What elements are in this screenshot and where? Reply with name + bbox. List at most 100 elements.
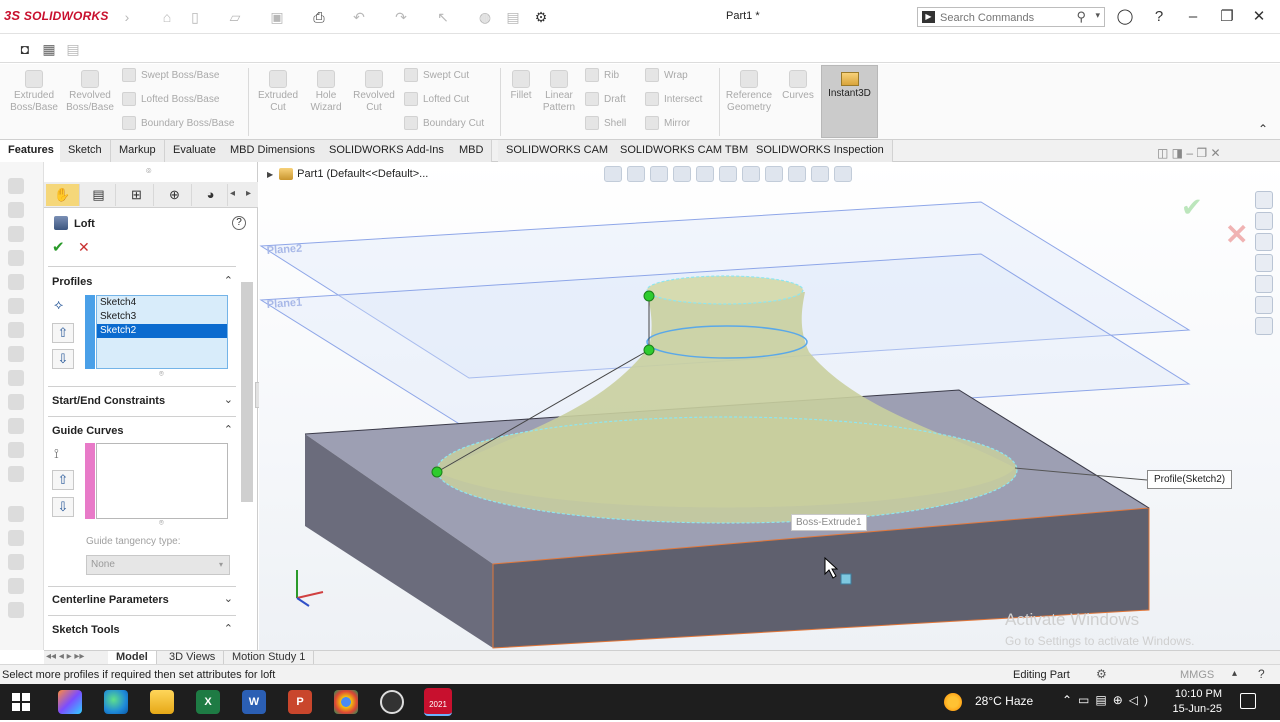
mirror-button[interactable]: Mirror — [645, 114, 690, 134]
tab-features[interactable]: Features — [0, 140, 63, 162]
lofted-boss-button[interactable]: Lofted Boss/Base — [122, 90, 219, 110]
guide-curves-list[interactable] — [96, 443, 228, 519]
appearances-icon[interactable] — [1255, 275, 1273, 293]
tool-icon[interactable] — [8, 506, 24, 522]
search-commands-box[interactable]: ▶ ⚲ ▾ — [917, 7, 1105, 27]
rebuild-status-icon[interactable]: ⚙ — [1096, 667, 1107, 681]
select-arrow-icon[interactable]: ↖ — [434, 8, 452, 26]
tab-scroll-left-icon[interactable]: ◂ — [230, 188, 235, 199]
new-document-icon[interactable]: ▯ — [186, 8, 204, 26]
extruded-boss-button[interactable]: Extruded Boss/Base — [6, 67, 62, 114]
powerpoint-icon[interactable]: P — [288, 690, 312, 714]
tool-icon[interactable] — [8, 202, 24, 218]
previous-view-icon[interactable] — [650, 166, 668, 182]
display-style-icon[interactable] — [742, 166, 760, 182]
ok-check-button[interactable]: ✔ — [52, 238, 65, 256]
graphics-viewport[interactable]: Plane2 Plane1 ▶ Part1 (Default<<Default>.… — [259, 146, 1280, 650]
boundary-boss-button[interactable]: Boundary Boss/Base — [122, 114, 234, 134]
move-down-button[interactable]: ⇩ — [52, 349, 74, 369]
section-view-icon[interactable] — [673, 166, 691, 182]
user-account-icon[interactable]: ◯ — [1114, 6, 1136, 28]
fillet-button[interactable]: Fillet — [504, 67, 538, 102]
viewport-window-controls[interactable]: ◫ ◨ – ❐ ✕ — [1157, 146, 1221, 160]
swept-cut-button[interactable]: Swept Cut — [404, 66, 469, 86]
lofted-cut-button[interactable]: Lofted Cut — [404, 90, 469, 110]
collapse-icon[interactable]: ⌃ — [224, 274, 233, 287]
home-icon[interactable]: ⌂ — [158, 8, 176, 26]
view-settings-icon[interactable] — [834, 166, 852, 182]
expand-icon[interactable]: ⌄ — [224, 393, 233, 406]
expand-menu-icon[interactable]: › — [118, 8, 136, 26]
move-down-button[interactable]: ⇩ — [52, 497, 74, 517]
tool-icon[interactable] — [8, 394, 24, 410]
tab-sketch[interactable]: Sketch — [60, 140, 111, 162]
tool-icon[interactable] — [8, 554, 24, 570]
wrap-button[interactable]: Wrap — [645, 66, 688, 86]
record-video-icon[interactable]: ▤ — [64, 40, 82, 58]
tab-markup[interactable]: Markup — [111, 140, 165, 162]
open-folder-icon[interactable]: ▱ — [226, 8, 244, 26]
list-item[interactable]: Sketch2 — [97, 324, 227, 338]
tool-icon[interactable] — [8, 298, 24, 314]
tab-motion-study[interactable]: Motion Study 1 — [224, 651, 315, 665]
unit-system[interactable]: MMGS — [1180, 669, 1214, 681]
tool-icon[interactable] — [8, 226, 24, 242]
chevron-up-icon[interactable]: ▴ — [1232, 668, 1237, 679]
undo-icon[interactable]: ↶ — [350, 8, 368, 26]
rib-button[interactable]: Rib — [585, 66, 619, 86]
zoom-to-area-icon[interactable] — [627, 166, 645, 182]
expand-arrow-icon[interactable]: ▶ — [267, 170, 273, 179]
profiles-list[interactable]: Sketch4 Sketch3 Sketch2 — [96, 295, 228, 369]
solidworks-taskbar-icon[interactable]: 2021 — [424, 688, 452, 716]
tab-model[interactable]: Model — [108, 651, 157, 665]
tool-icon[interactable] — [8, 602, 24, 618]
notifications-icon[interactable] — [1240, 693, 1256, 709]
list-item[interactable]: Sketch3 — [97, 310, 227, 324]
help-icon[interactable]: ? — [1148, 6, 1170, 28]
redo-icon[interactable]: ↷ — [392, 8, 410, 26]
property-manager-tab-icon[interactable]: ▤ — [82, 184, 116, 206]
custom-properties-icon[interactable] — [1255, 296, 1273, 314]
move-up-button[interactable]: ⇧ — [52, 470, 74, 490]
hide-show-items-icon[interactable] — [765, 166, 783, 182]
tab-evaluate[interactable]: Evaluate — [165, 140, 225, 162]
intersect-button[interactable]: Intersect — [645, 90, 702, 110]
start-end-constraints-title[interactable]: Start/End Constraints — [52, 395, 165, 407]
sketch4-profile[interactable] — [646, 275, 804, 305]
list-item[interactable]: Sketch4 — [97, 296, 227, 310]
profiles-section-title[interactable]: Profiles — [52, 276, 92, 288]
expand-icon[interactable]: ⌄ — [224, 592, 233, 605]
connector-point[interactable] — [431, 466, 443, 478]
solidworks-resources-icon[interactable] — [1255, 191, 1273, 209]
tool-icon[interactable] — [8, 370, 24, 386]
forum-icon[interactable] — [1255, 317, 1273, 335]
tool-icon[interactable] — [8, 578, 24, 594]
confirm-ok-icon[interactable]: ✔ — [1181, 192, 1203, 223]
tab-mbd-dimensions[interactable]: MBD Dimensions — [222, 140, 324, 162]
clock-app-icon[interactable] — [380, 690, 404, 714]
file-properties-icon[interactable]: ▤ — [504, 8, 522, 26]
collapse-icon[interactable]: ⌃ — [224, 622, 233, 635]
search-icon[interactable]: ⚲ — [1076, 9, 1086, 25]
tool-icon[interactable] — [8, 250, 24, 266]
profile-callout[interactable]: Profile(Sketch2) — [1147, 470, 1233, 489]
sketch2-profile[interactable] — [436, 416, 1018, 524]
shell-button[interactable]: Shell — [585, 114, 626, 134]
splitter-handle[interactable]: ⌾ — [146, 166, 151, 177]
tab-inspection[interactable]: SOLIDWORKS Inspection — [748, 140, 893, 162]
save-icon[interactable]: ▣ — [268, 8, 286, 26]
draft-button[interactable]: Draft — [585, 90, 626, 110]
restore-window-icon[interactable]: ❐ — [1216, 6, 1238, 28]
design-library-icon[interactable] — [1255, 212, 1273, 230]
list-resize-handle[interactable]: ⌾ — [159, 518, 164, 528]
tab-navigation-arrows[interactable]: ◂◂ ◂ ▸ ▸▸ — [46, 651, 84, 662]
guide-curves-title[interactable]: Guide Curves — [52, 425, 124, 437]
help-icon[interactable]: ? — [232, 216, 246, 230]
close-window-icon[interactable]: ✕ — [1248, 6, 1270, 28]
search-input[interactable] — [940, 10, 1080, 25]
extruded-cut-button[interactable]: Extruded Cut — [252, 67, 304, 114]
cancel-button[interactable]: ✕ — [78, 239, 90, 256]
display-manager-tab-icon[interactable]: ◕ — [194, 184, 228, 206]
chrome-icon[interactable] — [334, 690, 358, 714]
view-orientation-icon[interactable] — [719, 166, 737, 182]
